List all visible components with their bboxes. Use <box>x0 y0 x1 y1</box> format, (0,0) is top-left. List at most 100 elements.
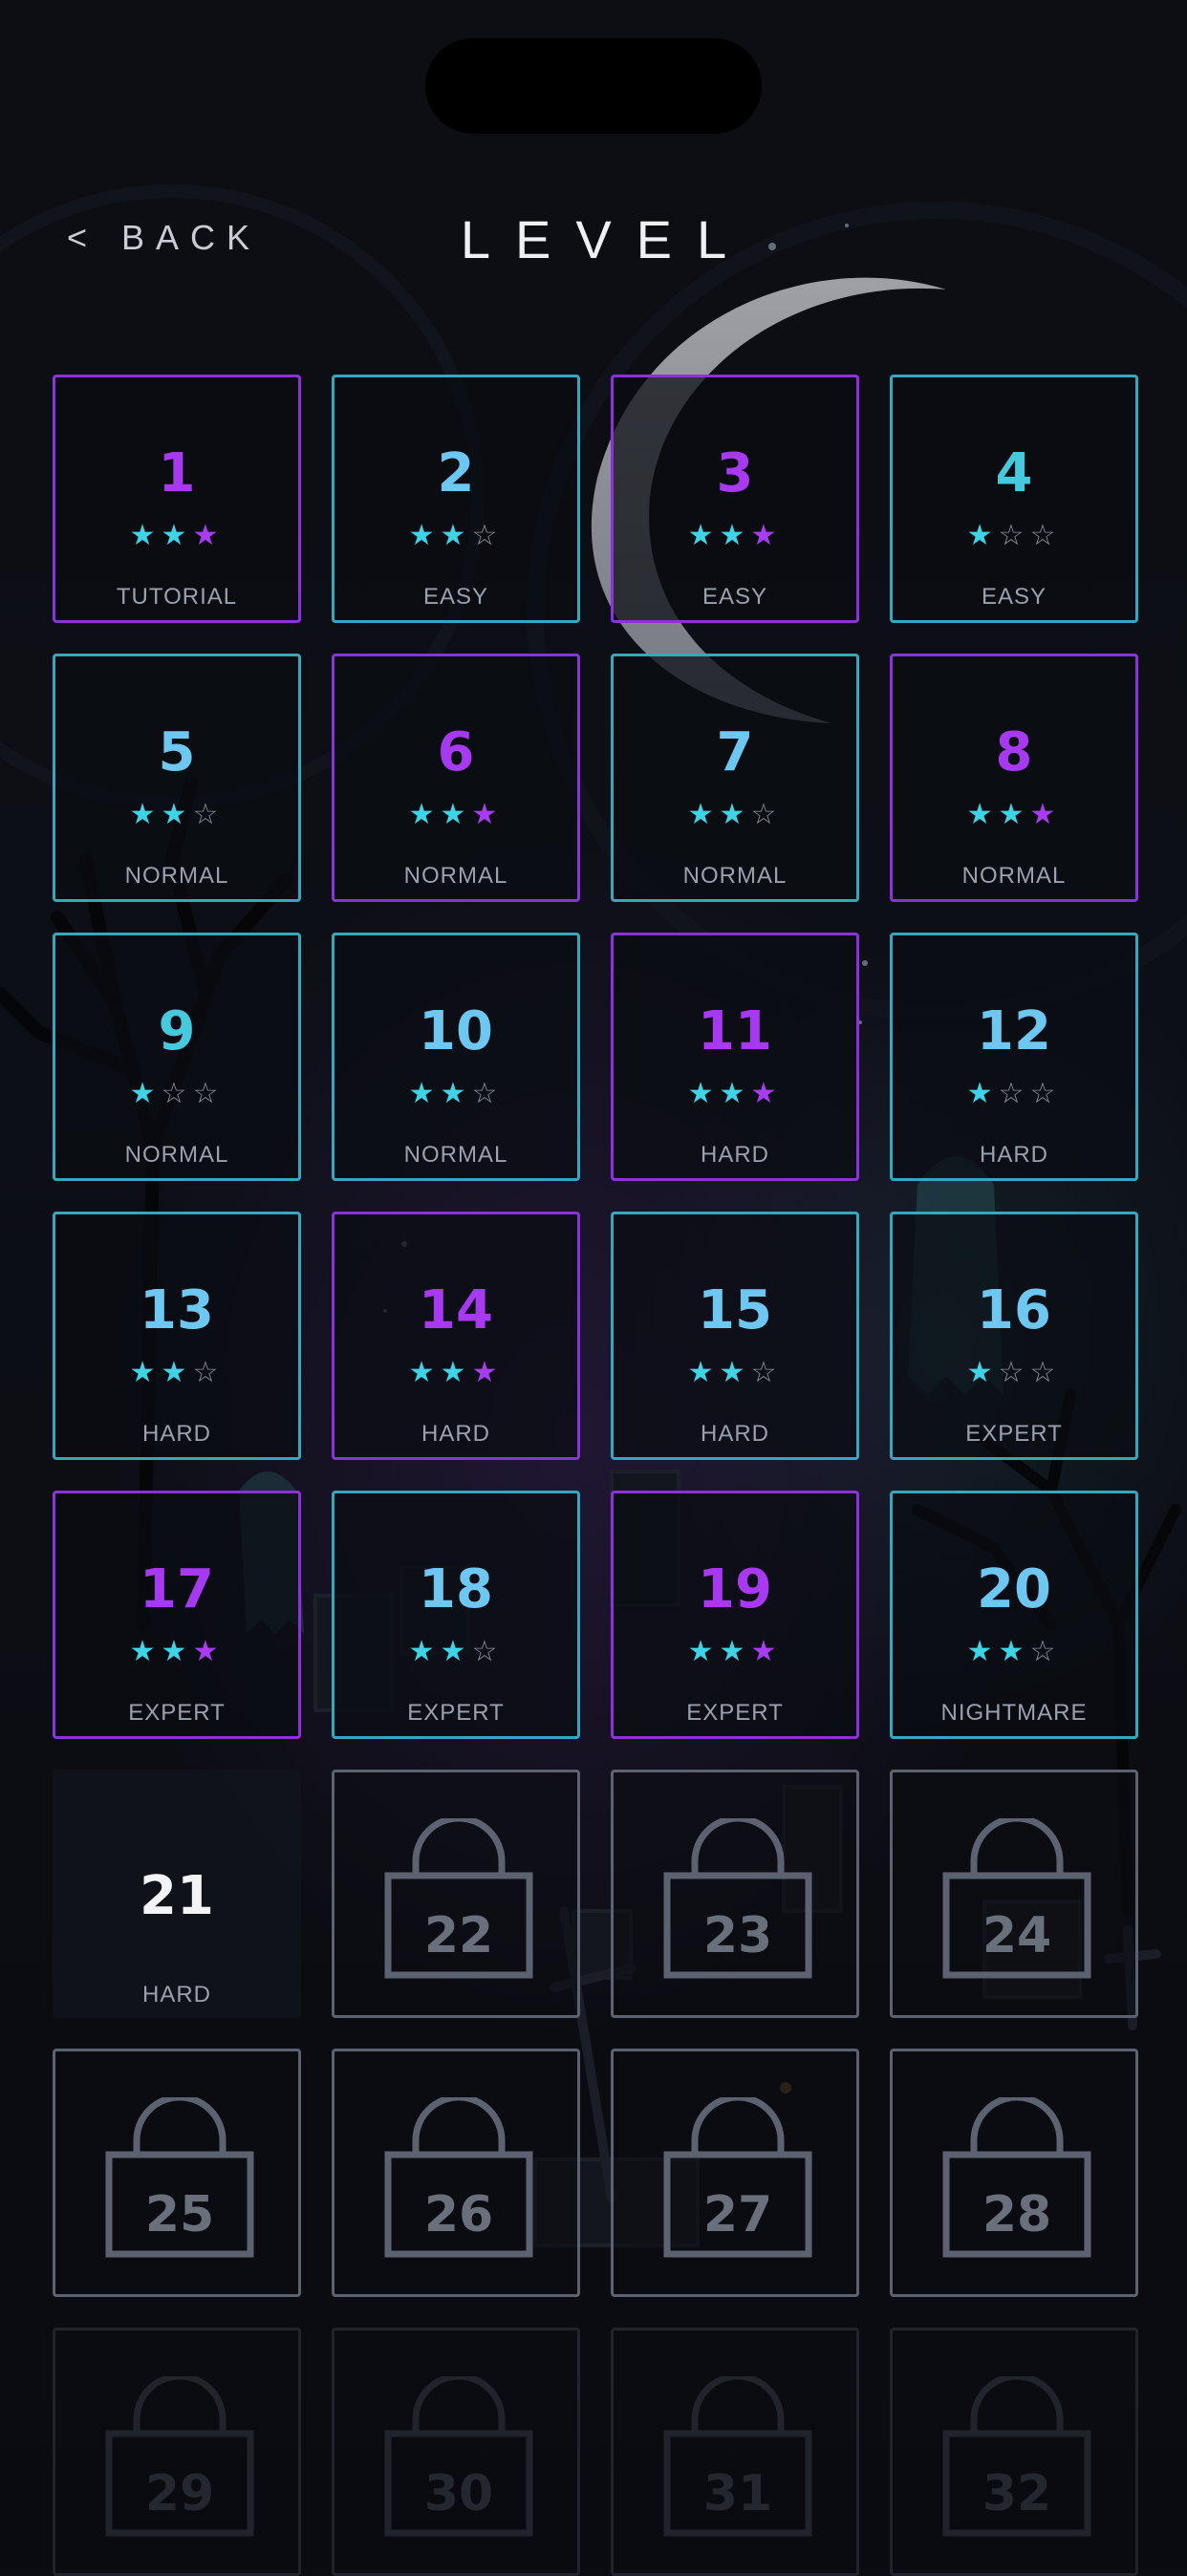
level-tile-25[interactable]: 25 <box>53 2049 301 2297</box>
level-tile-6[interactable]: 6 ★★★ NORMAL <box>332 654 580 902</box>
level-number: 3 <box>716 442 754 504</box>
star-rating: ★☆☆ <box>893 1356 1135 1389</box>
star-icon: ★ <box>719 1635 751 1668</box>
level-number: 22 <box>424 1907 493 1964</box>
level-tile-16[interactable]: 16 ★☆☆ EXPERT <box>890 1212 1138 1460</box>
star-icon: ☆ <box>750 798 783 831</box>
level-tile-26[interactable]: 26 <box>332 2049 580 2297</box>
star-rating: ★★☆ <box>55 798 298 831</box>
level-tile-2[interactable]: 2 ★★☆ EASY <box>332 375 580 623</box>
level-tile-28[interactable]: 28 <box>890 2049 1138 2297</box>
level-tile-32[interactable]: 32 <box>890 2328 1138 2576</box>
level-tile-29[interactable]: 29 <box>53 2328 301 2576</box>
difficulty-label: EXPERT <box>128 1700 226 1726</box>
star-icon: ★ <box>998 1635 1030 1668</box>
level-tile-20[interactable]: 20 ★★☆ NIGHTMARE <box>890 1491 1138 1739</box>
level-number: 18 <box>419 1558 493 1621</box>
level-number: 17 <box>140 1558 214 1621</box>
star-rating: ★★☆ <box>614 798 856 831</box>
level-tile-13[interactable]: 13 ★★☆ HARD <box>53 1212 301 1460</box>
level-tile-23[interactable]: 23 <box>611 1770 859 2018</box>
level-tile-30[interactable]: 30 <box>332 2328 580 2576</box>
level-number: 6 <box>437 721 475 784</box>
star-icon: ★ <box>966 798 999 831</box>
padlock-icon: 27 <box>663 2097 812 2258</box>
level-tile-21[interactable]: 21 HARD <box>53 1770 301 2018</box>
difficulty-label: HARD <box>979 1142 1048 1168</box>
star-icon: ★ <box>750 1635 783 1668</box>
level-tile-1[interactable]: 1 ★★★ TUTORIAL <box>53 375 301 623</box>
star-icon: ★ <box>750 1077 783 1110</box>
level-number: 2 <box>437 442 475 504</box>
difficulty-label: HARD <box>141 1421 211 1447</box>
level-tile-7[interactable]: 7 ★★☆ NORMAL <box>611 654 859 902</box>
star-icon: ★ <box>129 519 162 552</box>
star-icon: ☆ <box>1029 1077 1062 1110</box>
star-icon: ★ <box>408 519 441 552</box>
star-icon: ★ <box>192 519 225 552</box>
star-icon: ★ <box>192 1635 225 1668</box>
star-icon: ☆ <box>750 1356 783 1389</box>
level-tile-22[interactable]: 22 <box>332 1770 580 2018</box>
star-icon: ★ <box>161 1635 193 1668</box>
star-icon: ★ <box>471 798 504 831</box>
level-tile-11[interactable]: 11 ★★★ HARD <box>611 933 859 1181</box>
padlock-icon: 30 <box>384 2376 533 2537</box>
difficulty-label: EXPERT <box>965 1421 1063 1447</box>
star-rating: ★★★ <box>893 798 1135 831</box>
level-tile-3[interactable]: 3 ★★★ EASY <box>611 375 859 623</box>
star-icon: ★ <box>998 798 1030 831</box>
level-tile-27[interactable]: 27 <box>611 2049 859 2297</box>
star-rating: ★★★ <box>614 1077 856 1110</box>
level-tile-10[interactable]: 10 ★★☆ NORMAL <box>332 933 580 1181</box>
star-icon: ☆ <box>192 1077 225 1110</box>
difficulty-label: NORMAL <box>403 863 508 889</box>
padlock-icon: 28 <box>942 2097 1091 2258</box>
level-tile-9[interactable]: 9 ★☆☆ NORMAL <box>53 933 301 1181</box>
star-icon: ★ <box>966 519 999 552</box>
padlock-icon: 31 <box>663 2376 812 2537</box>
star-icon: ★ <box>161 519 193 552</box>
star-rating: ★☆☆ <box>55 1077 298 1110</box>
star-rating: ★★★ <box>614 1635 856 1668</box>
level-tile-15[interactable]: 15 ★★☆ HARD <box>611 1212 859 1460</box>
difficulty-label: EASY <box>422 584 489 610</box>
level-tile-18[interactable]: 18 ★★☆ EXPERT <box>332 1491 580 1739</box>
level-tile-14[interactable]: 14 ★★★ HARD <box>332 1212 580 1460</box>
star-rating: ★★★ <box>614 519 856 552</box>
level-tile-19[interactable]: 19 ★★★ EXPERT <box>611 1491 859 1739</box>
level-tile-8[interactable]: 8 ★★★ NORMAL <box>890 654 1138 902</box>
star-icon: ★ <box>687 1356 720 1389</box>
level-number: 19 <box>698 1558 772 1621</box>
level-number: 14 <box>419 1279 493 1342</box>
star-icon: ★ <box>408 798 441 831</box>
star-icon: ★ <box>471 1356 504 1389</box>
star-icon: ★ <box>161 798 193 831</box>
level-number: 10 <box>419 1000 493 1063</box>
star-icon: ★ <box>687 1077 720 1110</box>
padlock-icon: 32 <box>942 2376 1091 2537</box>
star-icon: ☆ <box>471 1077 504 1110</box>
level-number: 16 <box>977 1279 1051 1342</box>
level-tile-31[interactable]: 31 <box>611 2328 859 2576</box>
star-rating: ★★★ <box>335 1356 577 1389</box>
star-icon: ★ <box>440 1077 472 1110</box>
star-rating: ★★☆ <box>55 1356 298 1389</box>
level-number: 15 <box>698 1279 772 1342</box>
level-number: 32 <box>982 2465 1051 2522</box>
star-icon: ☆ <box>471 1635 504 1668</box>
star-rating: ★★☆ <box>335 519 577 552</box>
level-tile-5[interactable]: 5 ★★☆ NORMAL <box>53 654 301 902</box>
level-tile-17[interactable]: 17 ★★★ EXPERT <box>53 1491 301 1739</box>
star-icon: ★ <box>440 798 472 831</box>
level-tile-4[interactable]: 4 ★☆☆ EASY <box>890 375 1138 623</box>
difficulty-label: NIGHTMARE <box>940 1700 1088 1726</box>
level-tile-24[interactable]: 24 <box>890 1770 1138 2018</box>
level-number: 29 <box>145 2465 214 2522</box>
star-icon: ★ <box>440 519 472 552</box>
star-icon: ★ <box>719 1356 751 1389</box>
star-icon: ☆ <box>161 1077 193 1110</box>
level-number: 20 <box>977 1558 1051 1621</box>
star-icon: ☆ <box>1029 1356 1062 1389</box>
level-tile-12[interactable]: 12 ★☆☆ HARD <box>890 933 1138 1181</box>
